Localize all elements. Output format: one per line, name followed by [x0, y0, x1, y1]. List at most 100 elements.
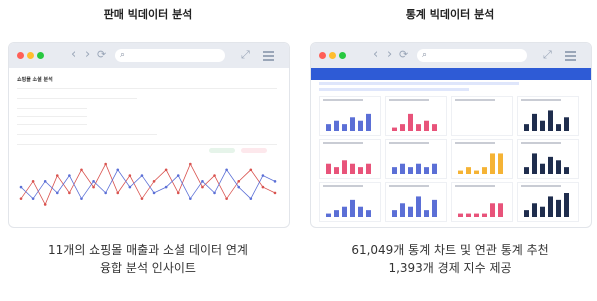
- bar: [490, 203, 495, 217]
- bar: [432, 124, 437, 131]
- forward-button[interactable]: ›: [387, 47, 392, 63]
- filter-row: [319, 88, 469, 91]
- address-bar[interactable]: ⌕: [115, 49, 225, 62]
- bar: [358, 120, 363, 131]
- browser-toolbar: ‹ › ⟳ ⌕ ⤢: [9, 43, 289, 68]
- bar: [564, 193, 569, 217]
- back-button[interactable]: ‹: [373, 47, 378, 63]
- bar: [350, 163, 355, 174]
- right-caption-line2: 1,393개 경제 지수 제공: [388, 261, 512, 275]
- left-page-content: 쇼핑몰 소셜 분석: [9, 68, 289, 227]
- filter-row: [17, 134, 157, 135]
- chart-tile[interactable]: [517, 182, 579, 222]
- chart-tile[interactable]: [451, 139, 513, 179]
- data-point: [189, 162, 192, 166]
- chart-tile[interactable]: [385, 182, 447, 222]
- bar: [400, 203, 405, 217]
- reload-icon[interactable]: ⟳: [97, 47, 106, 63]
- bar: [408, 206, 413, 217]
- bar: [432, 163, 437, 174]
- data-point: [68, 174, 71, 177]
- chart-tile[interactable]: [319, 139, 381, 179]
- bar: [366, 210, 371, 217]
- bar: [548, 110, 553, 131]
- data-point: [249, 197, 253, 200]
- maximize-dot[interactable]: [339, 52, 346, 59]
- bar: [498, 153, 503, 174]
- minimize-dot[interactable]: [27, 52, 34, 59]
- bar: [400, 124, 405, 131]
- left-caption-line2: 융합 분석 인사이트: [100, 261, 196, 275]
- forward-button[interactable]: ›: [85, 47, 90, 63]
- bar: [540, 120, 545, 131]
- divider: [17, 88, 277, 89]
- expand-icon[interactable]: ⤢: [543, 48, 552, 62]
- bar: [424, 210, 429, 217]
- data-point: [104, 191, 107, 195]
- chart-tile[interactable]: [385, 96, 447, 136]
- data-point: [92, 185, 95, 189]
- back-button[interactable]: ‹: [71, 47, 76, 63]
- close-dot[interactable]: [17, 52, 24, 59]
- data-point: [237, 180, 241, 183]
- data-point: [261, 185, 265, 189]
- bar: [416, 124, 421, 131]
- data-point: [201, 185, 204, 189]
- data-point: [176, 191, 180, 195]
- bar: [416, 163, 421, 174]
- hamburger-menu-icon[interactable]: [565, 51, 576, 63]
- legend-chip[interactable]: [209, 148, 235, 153]
- chart-tile[interactable]: [385, 139, 447, 179]
- close-dot[interactable]: [319, 52, 326, 59]
- filter-row: [17, 98, 137, 99]
- bar: [424, 167, 429, 174]
- right-caption-line1: 61,049개 통계 차트 및 연관 통계 추천: [351, 243, 549, 257]
- bar: [424, 120, 429, 131]
- chart-tile[interactable]: [517, 139, 579, 179]
- reload-icon[interactable]: ⟳: [399, 47, 408, 63]
- legend-chip[interactable]: [241, 148, 267, 153]
- data-point: [201, 180, 204, 183]
- address-bar[interactable]: ⌕: [417, 49, 527, 62]
- data-point: [225, 197, 228, 200]
- data-point: [176, 174, 180, 177]
- bar: [408, 113, 413, 131]
- chart-tile[interactable]: [319, 182, 381, 222]
- left-panel-title: 판매 빅데이터 분석: [103, 8, 193, 21]
- bar: [524, 124, 529, 131]
- chart-tile[interactable]: [451, 182, 513, 222]
- bar: [540, 163, 545, 174]
- data-point: [261, 174, 265, 177]
- bar: [458, 213, 463, 217]
- data-point: [152, 180, 156, 183]
- chart-tile[interactable]: [319, 96, 381, 136]
- bar: [326, 163, 331, 174]
- bar: [556, 199, 561, 217]
- bar: [366, 113, 371, 131]
- minimize-dot[interactable]: [329, 52, 336, 59]
- chart-tile[interactable]: [517, 96, 579, 136]
- tile-title: [455, 142, 495, 144]
- bar: [498, 203, 503, 217]
- bar: [400, 163, 405, 174]
- data-point: [273, 191, 277, 195]
- bar: [350, 117, 355, 131]
- bar: [342, 160, 347, 174]
- chart-tile[interactable]: [451, 96, 513, 136]
- bar: [458, 170, 463, 174]
- data-point: [213, 174, 216, 177]
- bar: [342, 124, 347, 131]
- bar: [532, 153, 537, 174]
- data-point: [152, 191, 156, 195]
- maximize-dot[interactable]: [37, 52, 44, 59]
- left-caption-line1: 11개의 쇼핑몰 매출과 소셜 데이터 연계: [48, 243, 248, 257]
- bar: [532, 203, 537, 217]
- bar: [524, 210, 529, 217]
- data-point: [116, 168, 120, 172]
- expand-icon[interactable]: ⤢: [241, 48, 250, 62]
- right-panel: 통계 빅데이터 분석 ‹ › ⟳ ⌕ ⤢ 61,049개 통계 차트 및 연관 …: [310, 0, 592, 301]
- data-point: [128, 174, 132, 177]
- hamburger-menu-icon[interactable]: [263, 51, 274, 63]
- tile-title: [521, 185, 561, 187]
- data-point: [80, 197, 83, 200]
